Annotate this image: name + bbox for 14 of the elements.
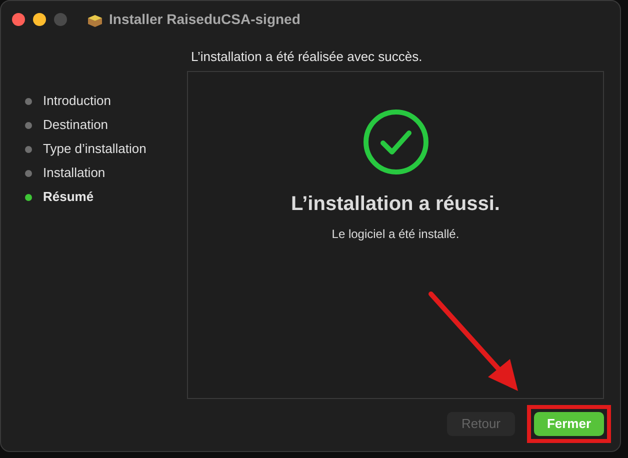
package-icon (87, 12, 103, 26)
step-label: Destination (43, 116, 108, 134)
result-message: Le logiciel a été installé. (332, 226, 460, 243)
minimize-button[interactable] (33, 13, 46, 26)
result-title: L’installation a réussi. (291, 192, 500, 217)
close-button[interactable] (12, 13, 25, 26)
step-label: Type d’installation (43, 140, 146, 158)
step-label: Installation (43, 164, 106, 182)
close-button[interactable]: Fermer (534, 412, 604, 436)
page-header: L’installation a été réalisée avec succès. (190, 48, 424, 66)
step-label: Résumé (43, 188, 94, 206)
step-label: Introduction (43, 92, 111, 110)
checkmark-icon (362, 109, 428, 175)
window-title: Installer RaiseduCSA-signed (109, 10, 300, 29)
